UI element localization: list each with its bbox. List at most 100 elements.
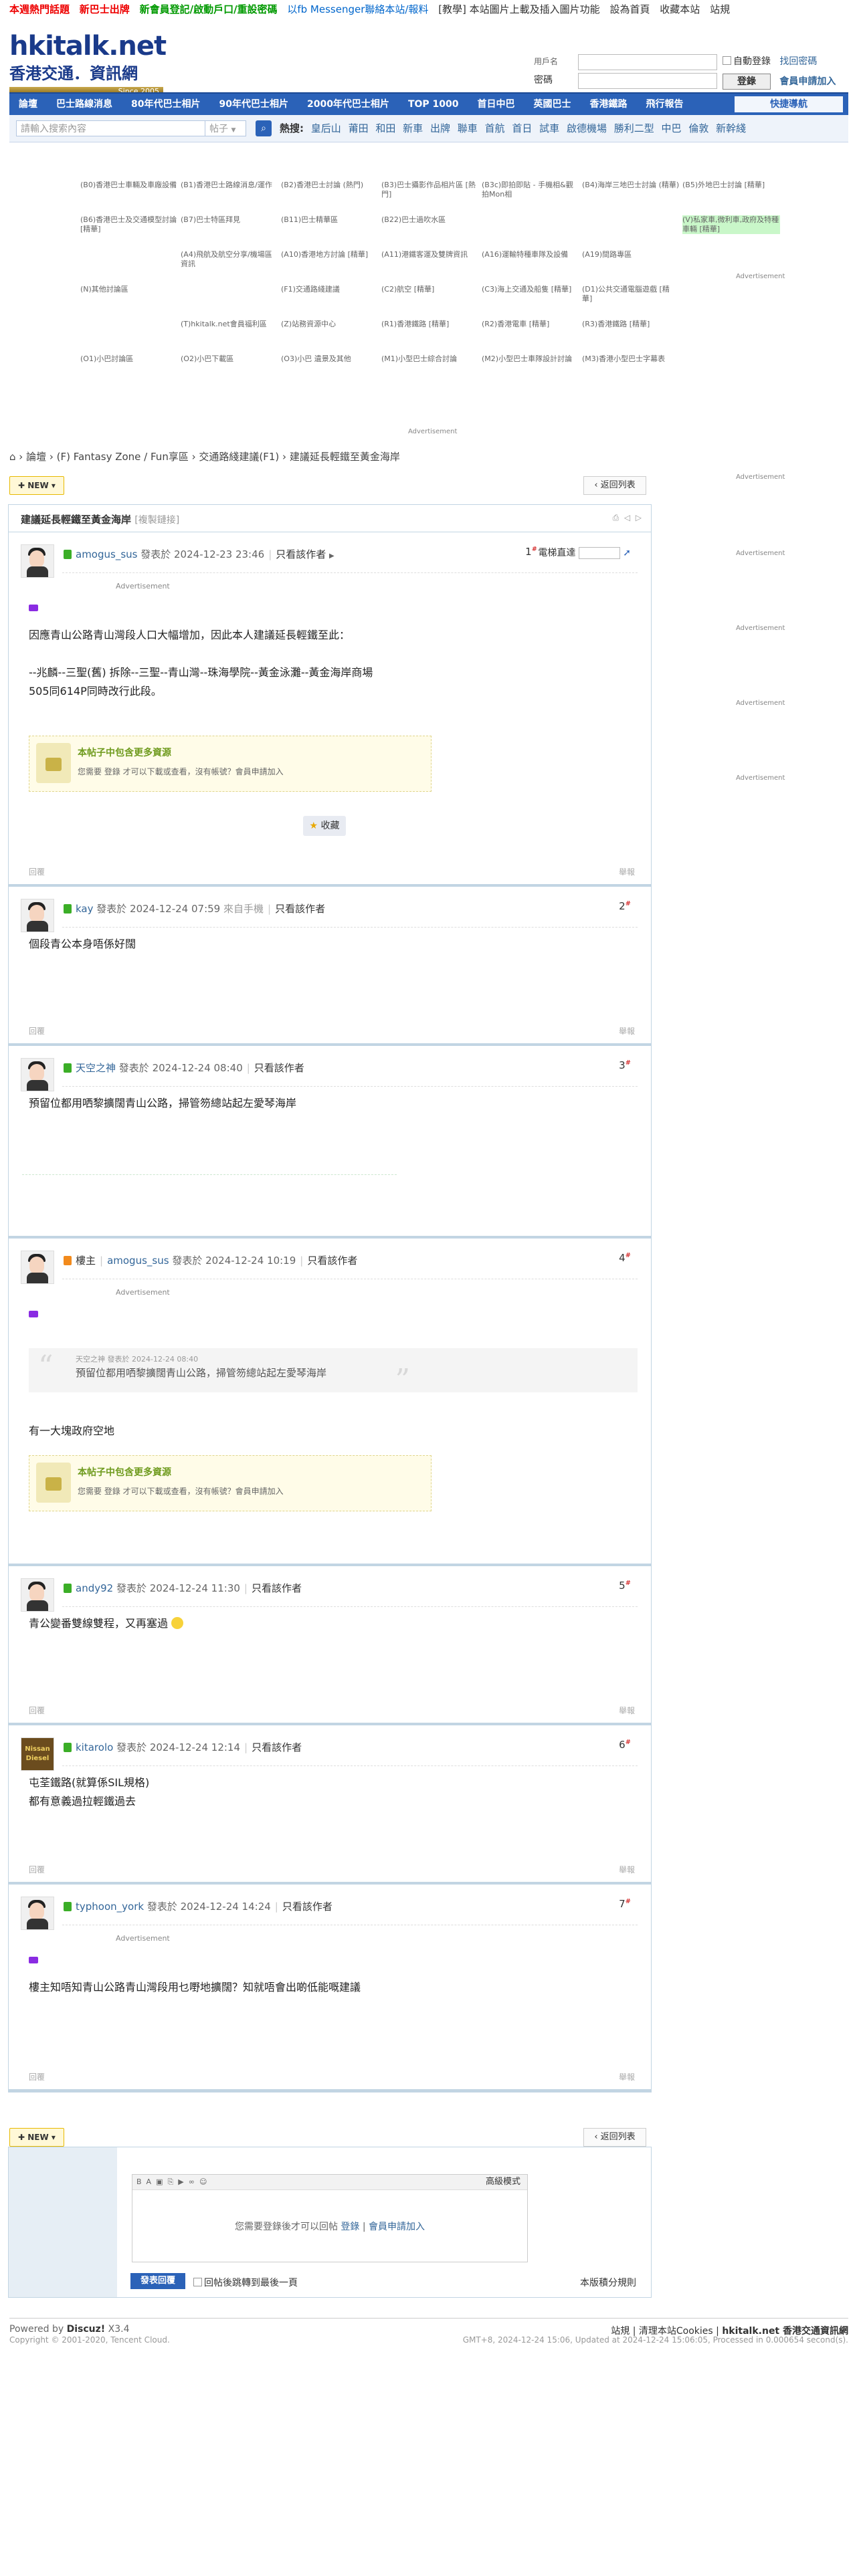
- search-button[interactable]: ⌕: [256, 120, 272, 136]
- jump-last-checkbox[interactable]: [193, 2278, 202, 2286]
- avatar[interactable]: Nissan Diesel: [21, 1737, 54, 1771]
- print-icon[interactable]: ⎙: [613, 513, 619, 522]
- top-link-messenger[interactable]: 以fb Messenger聯絡本站/報料: [287, 3, 428, 15]
- forum-board-link[interactable]: (B22)巴士過吹水區: [381, 215, 479, 225]
- report-link[interactable]: 舉報: [619, 1705, 635, 1716]
- favorite-button[interactable]: ★ 收藏: [303, 816, 346, 836]
- avatar[interactable]: [21, 1058, 54, 1091]
- post-author[interactable]: andy92: [76, 1582, 113, 1594]
- hot-search-link[interactable]: 中巴: [662, 122, 682, 134]
- forum-board-link[interactable]: (M1)小型巴士綜合討論: [381, 354, 479, 364]
- auto-login-label[interactable]: 自動登錄: [733, 56, 771, 67]
- hot-search-link[interactable]: 莆田: [349, 122, 369, 134]
- reply-link[interactable]: 回覆: [29, 1865, 45, 1874]
- forum-board-link[interactable]: (B1)香港巴士路線消息/運作: [181, 181, 278, 190]
- only-author-link[interactable]: 只看該作者: [252, 1582, 302, 1594]
- only-author-link[interactable]: 只看該作者: [276, 548, 326, 560]
- font-color-icon[interactable]: A: [147, 2177, 152, 2186]
- reply-editor[interactable]: B A ▣ ⎘ ▶ ∞ ☺ 高級模式 您需要登錄後才可以回帖 登錄 | 會員申請…: [132, 2174, 528, 2262]
- top-link-bookmark[interactable]: 收藏本站: [660, 3, 700, 15]
- forum-board-link[interactable]: (O2)小巴下載區: [181, 354, 278, 364]
- forum-board-link[interactable]: (B7)巴士特區拜見: [181, 215, 278, 225]
- forum-board-link[interactable]: (T)hkitalk.net會員福利區: [181, 320, 278, 329]
- forum-board-link[interactable]: (F1)交通路綫建議: [281, 285, 379, 294]
- new-thread-button[interactable]: ✚ NEW ▾: [9, 476, 64, 495]
- go-icon[interactable]: ➚: [623, 548, 631, 558]
- only-author-link[interactable]: 只看該作者: [254, 1062, 304, 1074]
- forum-board-link[interactable]: (O1)小巴討論區: [80, 354, 178, 364]
- forum-board-link[interactable]: (A16)運輸特種車隊及設備: [482, 250, 579, 259]
- forum-board-link[interactable]: (M3)香港小型巴士字幕表: [582, 354, 680, 364]
- site-logo[interactable]: hkitalk.net 香港交通．資訊網 Since 2005: [9, 31, 167, 96]
- hot-search-link[interactable]: 試車: [539, 122, 559, 134]
- post-number[interactable]: 2: [619, 900, 626, 912]
- forum-board-link[interactable]: (R3)香港鐵路 [精華]: [582, 320, 680, 329]
- avatar[interactable]: [21, 544, 54, 578]
- post-number[interactable]: 5: [619, 1580, 626, 1592]
- search-type-select[interactable]: 帖子 ▼: [205, 120, 246, 136]
- forum-board-link[interactable]: (B11)巴士精華區: [281, 215, 379, 225]
- reply-link[interactable]: 回覆: [29, 1706, 45, 1715]
- reply-login-link[interactable]: 登錄: [341, 2222, 359, 2232]
- avatar[interactable]: [21, 899, 54, 932]
- video-icon[interactable]: ▶: [178, 2177, 183, 2186]
- post-author[interactable]: kitarolo: [76, 1741, 113, 1753]
- forum-board-link[interactable]: (A4)飛航及航空分享/機場區資訊: [181, 250, 278, 269]
- forum-board-link[interactable]: (M2)小型巴士車隊設計討論: [482, 354, 579, 364]
- top-link-new-bus[interactable]: 新巴士出牌: [80, 3, 130, 15]
- forum-board-link[interactable]: (R1)香港鐵路 [精華]: [381, 320, 479, 329]
- post-number[interactable]: 3: [619, 1059, 626, 1071]
- forum-board-link[interactable]: (B5)外地巴士討論 [精華]: [682, 181, 780, 190]
- jump-input[interactable]: [578, 546, 620, 559]
- forgot-password-link[interactable]: 找回密碼: [779, 56, 817, 67]
- only-author-link[interactable]: 只看該作者: [275, 903, 325, 915]
- hot-search-link[interactable]: 勝利二型: [614, 122, 654, 134]
- top-link-tutorial[interactable]: [教學] 本站圖片上載及插入圖片功能: [438, 3, 599, 15]
- post-number[interactable]: 1: [525, 546, 532, 558]
- back-to-list-button[interactable]: ‹ 返回列表: [583, 2128, 646, 2147]
- forum-board-link[interactable]: (C2)航空 [精華]: [381, 285, 479, 294]
- forum-board-link[interactable]: (B6)香港巴士及交通模型討論 [精華]: [80, 215, 178, 234]
- hot-search-link[interactable]: 和田: [375, 122, 395, 134]
- avatar[interactable]: [21, 1897, 54, 1930]
- hot-search-link[interactable]: 倫敦: [688, 122, 708, 134]
- register-link[interactable]: 會員申請加入: [779, 76, 836, 87]
- jump-last-label[interactable]: 回帖後跳轉到最後一頁: [204, 2278, 298, 2288]
- post-author[interactable]: amogus_sus: [107, 1255, 169, 1267]
- password-input[interactable]: [578, 73, 717, 89]
- forum-board-link[interactable]: (A19)間路專區: [582, 250, 680, 259]
- nav-item-uk-bus[interactable]: 英國巴士: [524, 94, 581, 115]
- report-link[interactable]: 舉報: [619, 2071, 635, 2082]
- forum-board-link[interactable]: (B4)海岸三地巴士討論 (精華): [582, 181, 680, 190]
- hot-search-link[interactable]: 首日: [512, 122, 532, 134]
- forum-board-link[interactable]: (N)其他討論區: [80, 285, 178, 294]
- post-author[interactable]: kay: [76, 903, 94, 915]
- reply-register-link[interactable]: 會員申請加入: [369, 2222, 425, 2232]
- reply-link[interactable]: 回覆: [29, 2072, 45, 2082]
- avatar[interactable]: [21, 1578, 54, 1612]
- breadcrumb-item[interactable]: 交通路綫建議(F1): [199, 451, 279, 463]
- nav-item-2000s-photos[interactable]: 2000年代巴士相片: [298, 94, 399, 115]
- post-author[interactable]: amogus_sus: [76, 548, 137, 560]
- emoji-icon[interactable]: ☺: [199, 2177, 207, 2186]
- hot-search-link[interactable]: 啟德機場: [567, 122, 607, 134]
- score-rules-link[interactable]: 本版積分規則: [580, 2276, 636, 2289]
- back-to-list-button[interactable]: ‹ 返回列表: [583, 476, 646, 495]
- top-link-register[interactable]: 新會員登記/啟動戶口/重設密碼: [140, 3, 278, 15]
- post-number[interactable]: 6: [619, 1739, 626, 1751]
- forum-board-link[interactable]: (Z)站務資源中心: [281, 320, 379, 329]
- prev-thread-icon[interactable]: ◁: [624, 513, 630, 522]
- report-link[interactable]: 舉報: [619, 1864, 635, 1875]
- hot-search-link[interactable]: 聯車: [458, 122, 478, 134]
- breadcrumb-item[interactable]: (F) Fantasy Zone / Fun享區: [57, 451, 189, 463]
- post-author[interactable]: typhoon_york: [76, 1901, 144, 1913]
- discuz-link[interactable]: Discuz!: [67, 2324, 106, 2335]
- top-link-hot-topics[interactable]: 本週熱門話題: [9, 3, 70, 15]
- link-icon[interactable]: ∞: [189, 2177, 195, 2186]
- nav-item-90s-photos[interactable]: 90年代巴士相片: [209, 94, 297, 115]
- report-link[interactable]: 舉報: [619, 1025, 635, 1037]
- nav-item-hk-rail[interactable]: 香港鐵路: [581, 94, 637, 115]
- forum-board-link[interactable]: (V)私家車,微利車,政府及特種車輛 [精華]: [682, 215, 780, 234]
- hot-search-link[interactable]: 出牌: [430, 122, 450, 134]
- post-number[interactable]: 7: [619, 1898, 626, 1910]
